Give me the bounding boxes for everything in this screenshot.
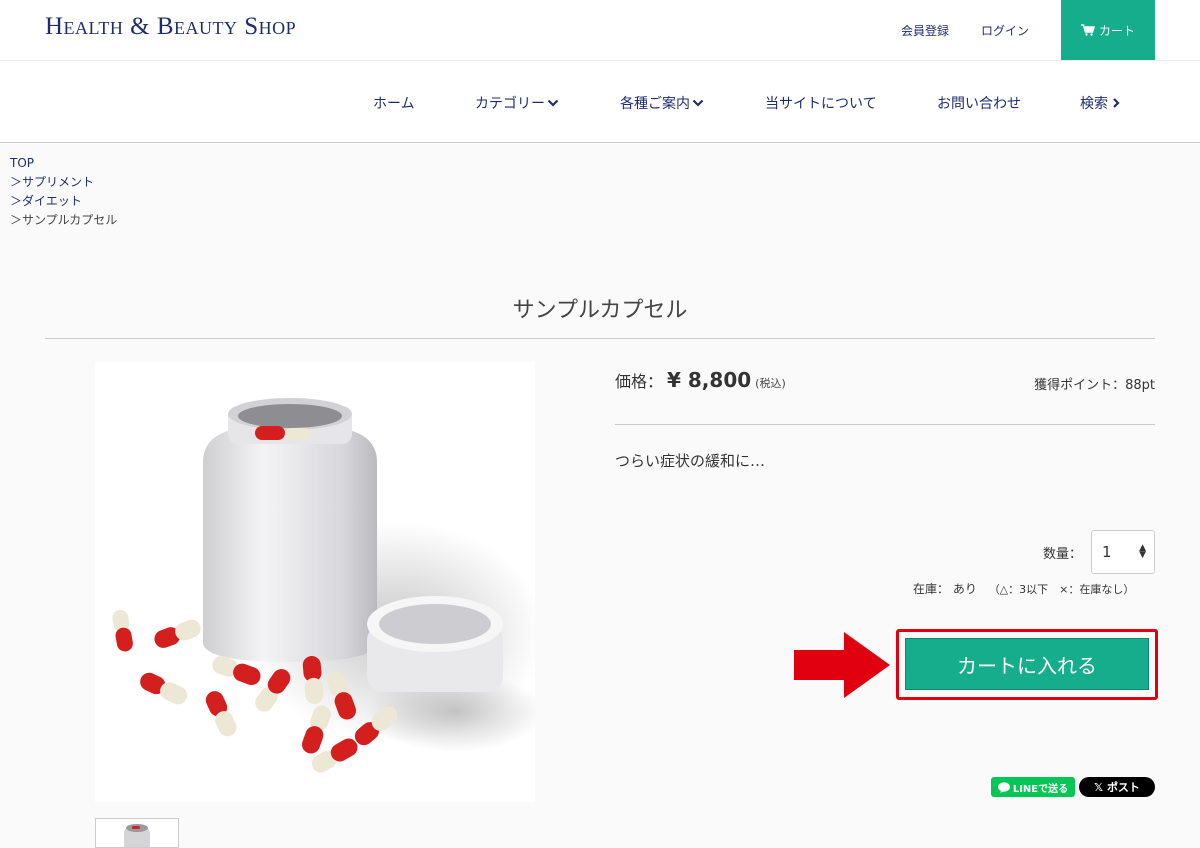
price-row: 価格： ¥ 8,800 (税込) — [615, 368, 786, 392]
product-description: つらい症状の緩和に… — [615, 452, 766, 470]
nav-item-search[interactable]: 検索 — [1080, 93, 1122, 113]
line-share-button[interactable]: LINEで送る — [991, 777, 1075, 797]
stock-status: 在庫： あり （△：3以下 ×：在庫なし） — [913, 580, 1134, 597]
arrow-right-icon — [794, 632, 890, 698]
product-image[interactable] — [95, 362, 535, 802]
breadcrumb-item-current: ＞サンプルカプセル — [10, 213, 118, 227]
site-header: Health & Beauty Shop 会員登録 ログイン カート — [0, 0, 1200, 60]
nav-item-label: 当サイトについて — [765, 96, 877, 112]
price-tax-note: (税込) — [755, 377, 786, 390]
quantity-label: 数量： — [1043, 547, 1083, 562]
nav-item-label: ホーム — [373, 96, 415, 112]
stock-value: あり — [952, 582, 977, 596]
stock-legend: （△：3以下 ×：在庫なし） — [988, 583, 1135, 596]
quantity-select[interactable]: 1 ▲ ▼ — [1091, 530, 1155, 574]
page-title: サンプルカプセル — [512, 298, 688, 323]
x-post-label: ポスト — [1106, 781, 1140, 794]
points-earned: 獲得ポイント：88pt — [1034, 378, 1155, 393]
main-nav: ホーム カテゴリー 各種ご案内 当サイトについて お問い合わせ 検索 — [0, 60, 1200, 143]
breadcrumb-item-supplement[interactable]: ＞サプリメント — [10, 173, 117, 192]
nav-item-label: 検索 — [1080, 96, 1108, 112]
breadcrumb: TOP ＞サプリメント ＞ダイエット ＞サンプルカプセル — [10, 154, 117, 230]
nav-item-label: 各種ご案内 — [620, 96, 690, 112]
x-post-button[interactable]: 𝕏 ポスト — [1079, 777, 1155, 797]
select-caret-icon: ▲ ▼ — [1139, 543, 1146, 560]
register-link[interactable]: 会員登録 — [901, 22, 949, 39]
line-icon — [997, 781, 1010, 793]
add-to-cart-button[interactable]: カートに入れる — [905, 638, 1149, 690]
login-link[interactable]: ログイン — [981, 22, 1029, 39]
product-thumbnail[interactable] — [95, 818, 179, 848]
title-divider — [45, 338, 1155, 339]
stock-label: 在庫： — [913, 582, 950, 596]
nav-item-about[interactable]: 当サイトについて — [765, 93, 877, 113]
nav-item-guide[interactable]: 各種ご案内 — [620, 93, 704, 113]
breadcrumb-item-diet[interactable]: ＞ダイエット — [10, 192, 117, 211]
nav-item-label: お問い合わせ — [937, 96, 1021, 112]
nav-item-contact[interactable]: お問い合わせ — [937, 93, 1021, 113]
price-value: ¥ 8,800 — [667, 368, 752, 392]
breadcrumb-item-top[interactable]: TOP — [10, 154, 117, 173]
line-share-label: LINEで送る — [1012, 783, 1069, 795]
quantity-value: 1 — [1102, 543, 1112, 561]
price-divider — [615, 424, 1155, 425]
nav-item-category[interactable]: カテゴリー — [475, 93, 559, 113]
nav-item-home[interactable]: ホーム — [373, 93, 415, 113]
price-label: 価格： — [615, 372, 664, 391]
cart-icon — [1080, 24, 1095, 36]
cart-button[interactable]: カート — [1061, 0, 1155, 60]
site-logo[interactable]: Health & Beauty Shop — [45, 13, 296, 41]
cart-label: カート — [1098, 23, 1135, 38]
x-logo-icon: 𝕏 — [1094, 780, 1103, 794]
chevron-down-icon — [547, 99, 559, 107]
chevron-down-icon — [692, 99, 704, 107]
chevron-right-icon — [1113, 98, 1120, 108]
nav-item-label: カテゴリー — [475, 96, 545, 112]
